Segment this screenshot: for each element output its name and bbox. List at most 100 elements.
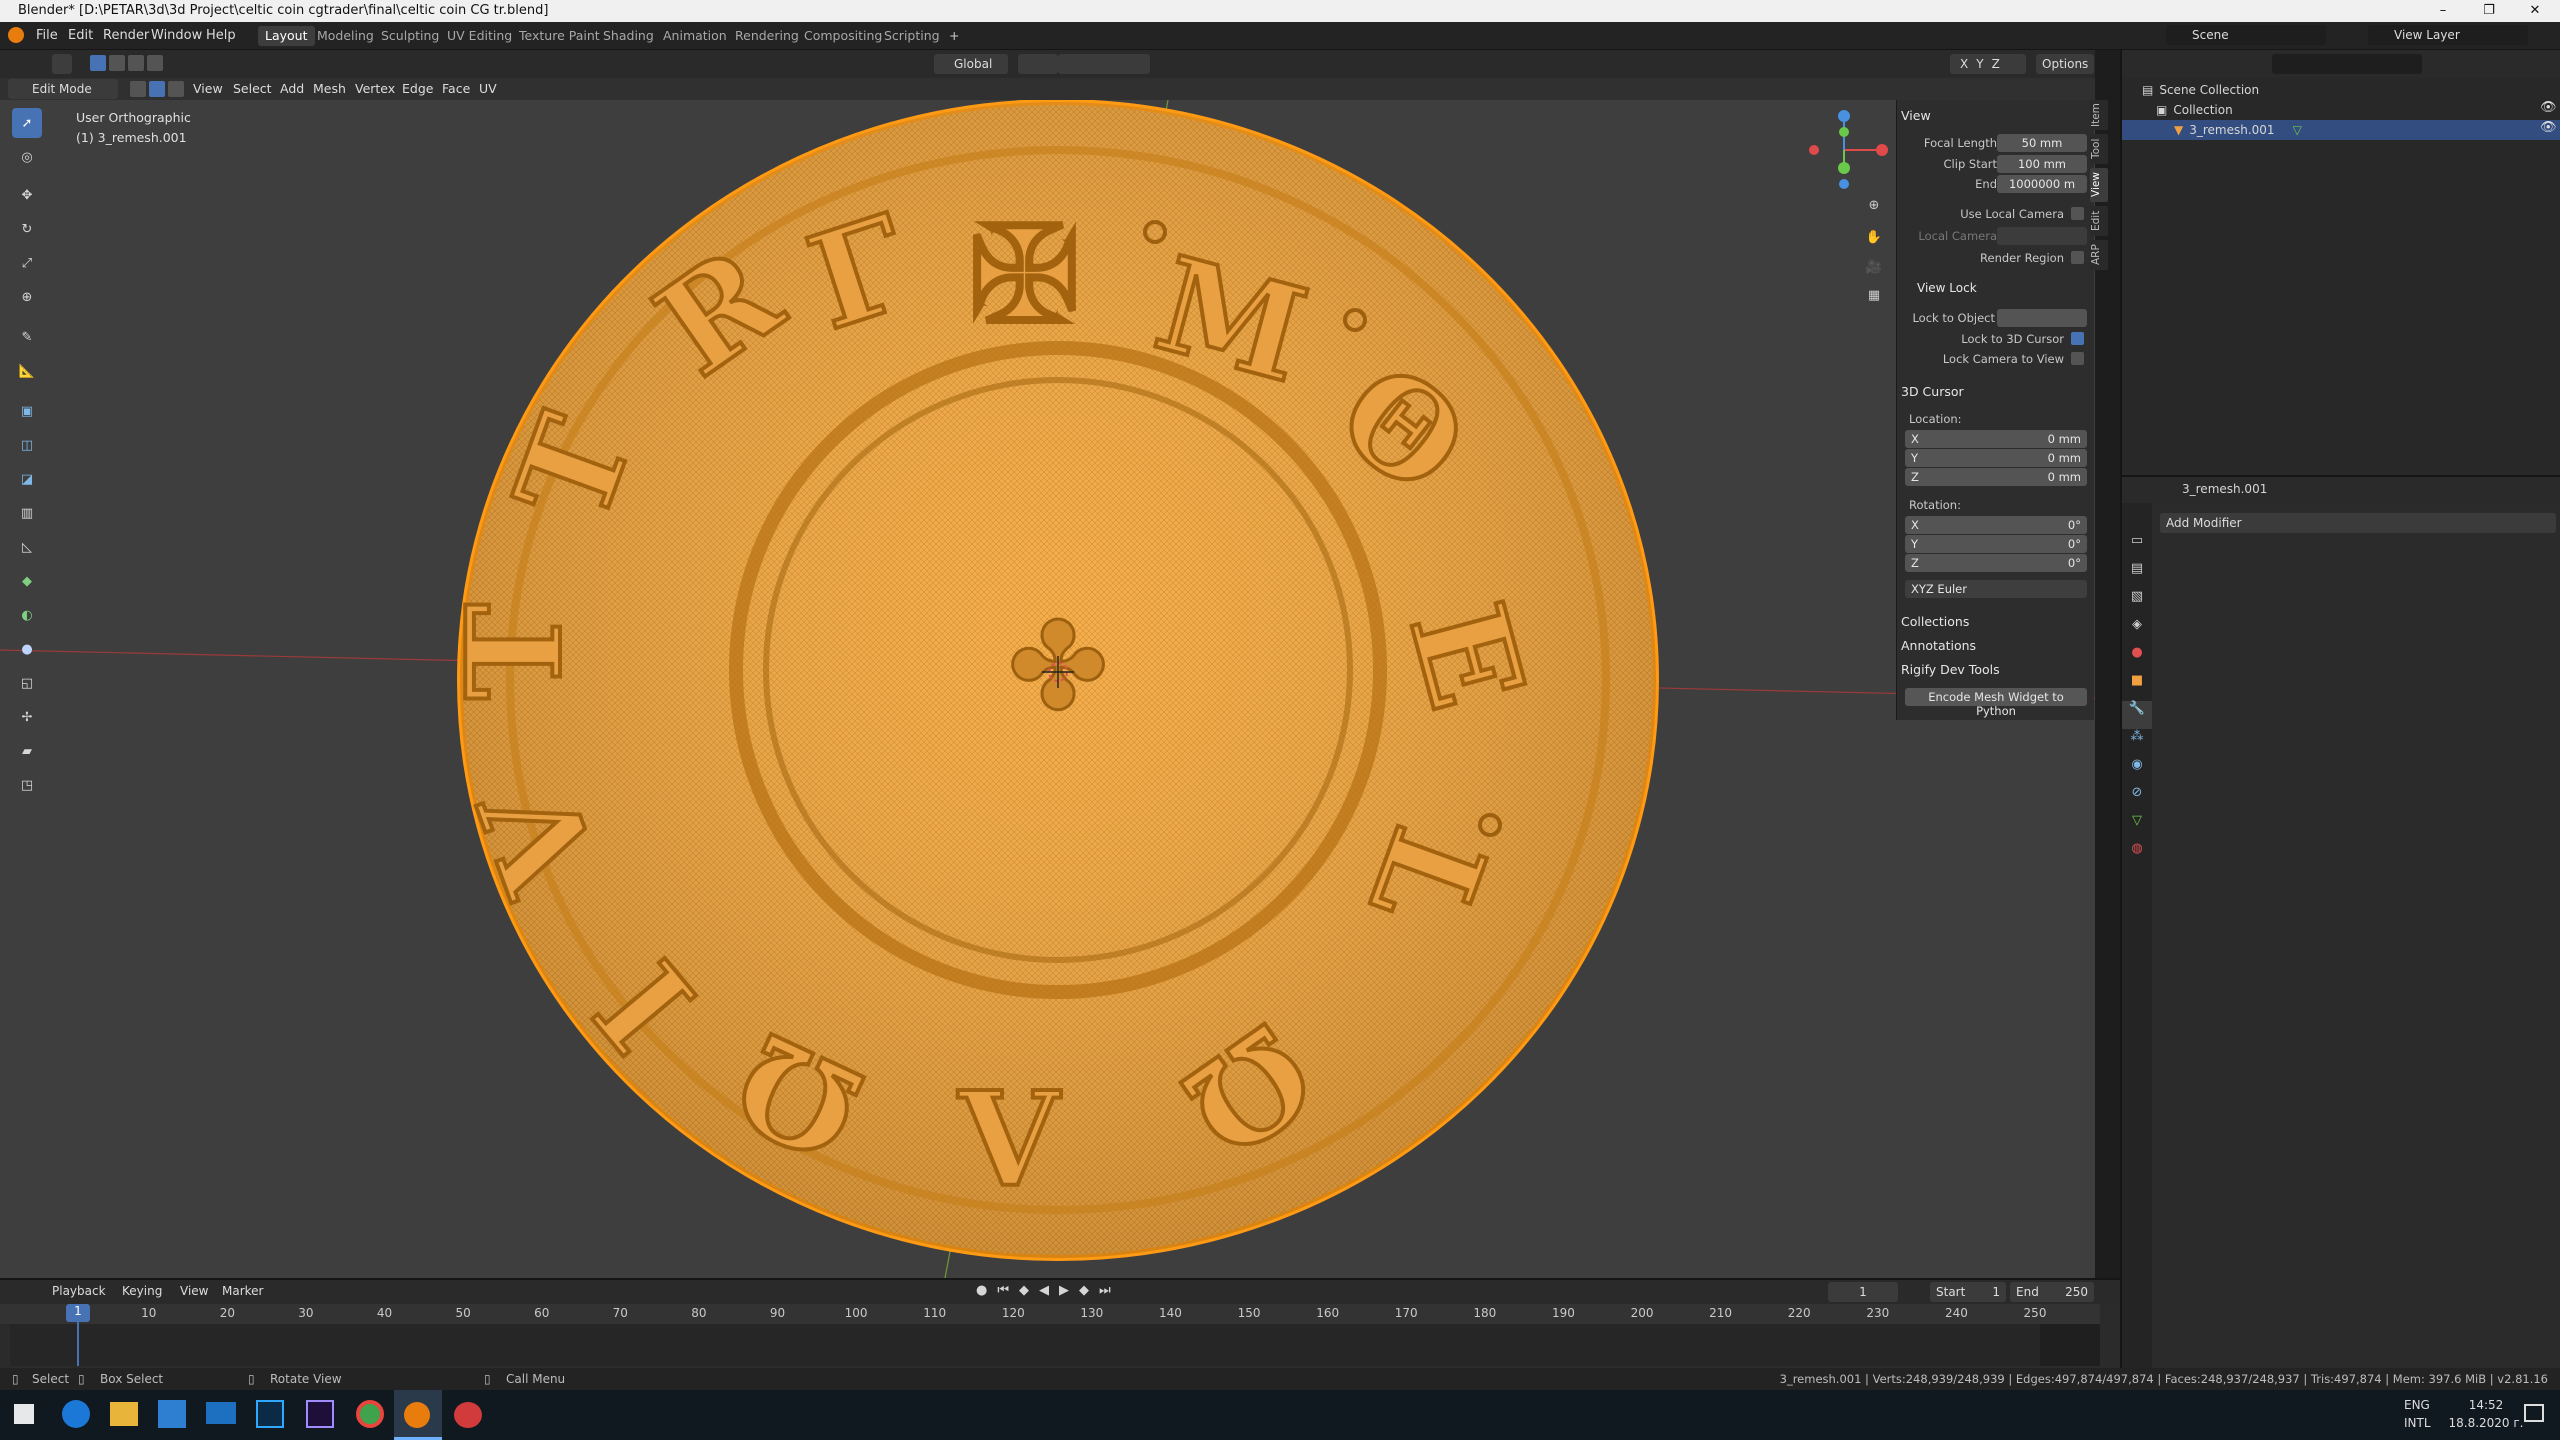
- tool-props-icon[interactable]: [2122, 503, 2152, 533]
- move-tool-icon[interactable]: ✥: [12, 180, 42, 210]
- collection-visibility-eye-icon[interactable]: 👁: [2540, 100, 2557, 115]
- viewport-menu-view[interactable]: View: [193, 81, 223, 96]
- scale-tool-icon[interactable]: ⤢: [12, 248, 42, 278]
- clock-date[interactable]: 18.8.2020 г.: [2436, 1416, 2536, 1430]
- menu-window[interactable]: Window: [151, 28, 202, 43]
- view-layer-selector[interactable]: View Layer: [2368, 25, 2528, 45]
- rotate-tool-icon[interactable]: ↻: [12, 214, 42, 244]
- shrink-fatten-tool-icon[interactable]: ✢: [12, 702, 42, 732]
- poly-build-tool-icon[interactable]: ◆: [12, 566, 42, 596]
- frame-ruler[interactable]: 10 20 30 40 50 60 70 80 90 100 110 120 130 140 150 160 1…: [0, 1304, 2100, 1324]
- tab-modeling[interactable]: Modeling: [310, 26, 381, 46]
- viewport-menu-add[interactable]: Add: [280, 81, 304, 96]
- outliner-row-object[interactable]: ▼ 3_remesh.001 ▽: [2122, 120, 2560, 140]
- timeline-menu-view[interactable]: View: [180, 1284, 208, 1298]
- measure-tool-icon[interactable]: 📐: [12, 356, 42, 386]
- maximize-button[interactable]: ❐: [2466, 0, 2512, 22]
- world-props-icon[interactable]: ●: [2122, 645, 2152, 673]
- constraint-props-icon[interactable]: ⊘: [2122, 785, 2152, 813]
- scene-selector[interactable]: Scene: [2166, 25, 2326, 45]
- photoshop-icon[interactable]: [256, 1400, 284, 1428]
- shear-tool-icon[interactable]: ▰: [12, 736, 42, 766]
- mode-extend-icon[interactable]: [109, 55, 125, 71]
- timeline-menu-playback[interactable]: Playback: [52, 1284, 106, 1298]
- annotate-tool-icon[interactable]: ✎: [12, 322, 42, 352]
- physics-props-icon[interactable]: ◉: [2122, 757, 2152, 785]
- viewport-menu-uv[interactable]: UV: [479, 81, 497, 96]
- smooth-tool-icon[interactable]: ●: [12, 634, 42, 664]
- panel-view-header[interactable]: View: [1901, 108, 1931, 123]
- cursor-tool-icon[interactable]: ◎: [12, 142, 42, 172]
- menu-file[interactable]: File: [36, 28, 58, 43]
- menu-edit[interactable]: Edit: [68, 28, 93, 43]
- data-props-icon[interactable]: ▽: [2122, 813, 2152, 841]
- collections-panel-header[interactable]: Collections: [1901, 614, 1969, 629]
- jump-end-icon[interactable]: ⏭: [1099, 1283, 1111, 1298]
- face-select-icon[interactable]: [168, 81, 184, 97]
- mirror-xyz-toggle[interactable]: XYZ: [1950, 54, 2026, 74]
- viewport-menu-vertex[interactable]: Vertex: [355, 81, 395, 96]
- vertex-select-icon[interactable]: [130, 81, 146, 97]
- viewport-menu-face[interactable]: Face: [442, 81, 470, 96]
- tab-rendering[interactable]: Rendering: [728, 26, 806, 46]
- encode-mesh-widget-button[interactable]: Encode Mesh Widget to Python: [1905, 688, 2087, 718]
- loop-cut-tool-icon[interactable]: ▥: [12, 498, 42, 528]
- play-reverse-icon[interactable]: ◀: [1039, 1283, 1049, 1298]
- lock-to-object-field[interactable]: [1997, 309, 2087, 327]
- view-lock-header[interactable]: View Lock: [1917, 281, 1977, 295]
- cursor-rot-x-field[interactable]: X 0°: [1905, 516, 2087, 534]
- interaction-mode-dropdown[interactable]: Edit Mode: [8, 79, 118, 99]
- navigation-gizmo[interactable]: [1800, 106, 1890, 196]
- object-visibility-eye-icon[interactable]: 👁: [2540, 120, 2557, 135]
- mirror-y[interactable]: Y: [1976, 57, 1983, 71]
- chrome-icon[interactable]: [356, 1400, 384, 1428]
- tab-arp[interactable]: ARP: [2090, 240, 2108, 270]
- tab-texture-paint[interactable]: Texture Paint: [512, 26, 607, 46]
- extrude-tool-icon[interactable]: ▣: [12, 396, 42, 426]
- viewport-menu-mesh[interactable]: Mesh: [313, 81, 346, 96]
- rip-region-tool-icon[interactable]: ◳: [12, 770, 42, 800]
- output-props-icon[interactable]: ▤: [2122, 561, 2152, 589]
- bevel-tool-icon[interactable]: ◪: [12, 464, 42, 494]
- tab-layout[interactable]: Layout: [258, 26, 315, 46]
- options-dropdown[interactable]: Options: [2036, 54, 2094, 74]
- spin-tool-icon[interactable]: ◐: [12, 600, 42, 630]
- cursor-rot-y-field[interactable]: Y 0°: [1905, 535, 2087, 553]
- start-frame-field[interactable]: Start 1: [1930, 1282, 2006, 1302]
- edge-slide-tool-icon[interactable]: ◱: [12, 668, 42, 698]
- lock-camera-checkbox[interactable]: [2071, 352, 2084, 365]
- playhead-frame[interactable]: 1: [66, 1304, 90, 1322]
- tab-edit[interactable]: Edit: [2090, 206, 2108, 236]
- coin-mesh[interactable]: ✤ R Γ ✠ M Θ E L Ω Ʌ Ω I V T T: [436, 100, 1659, 1261]
- menu-help[interactable]: Help: [206, 28, 236, 43]
- notifications-icon[interactable]: [2524, 1404, 2544, 1422]
- blender-taskbar-button[interactable]: [394, 1390, 442, 1440]
- tab-view[interactable]: View: [2090, 168, 2108, 202]
- view-layer-props-icon[interactable]: ▧: [2122, 589, 2152, 617]
- mail-icon[interactable]: [206, 1402, 236, 1424]
- minimize-button[interactable]: –: [2420, 0, 2466, 22]
- snap-dropdown[interactable]: [1058, 54, 1114, 74]
- timeline-menu-keying[interactable]: Keying: [122, 1284, 162, 1298]
- rotation-mode-dropdown[interactable]: XYZ Euler: [1905, 580, 2087, 598]
- cursor-rot-z-field[interactable]: Z 0°: [1905, 554, 2087, 572]
- use-local-camera-checkbox[interactable]: [2071, 207, 2084, 220]
- tab-tool[interactable]: Tool: [2090, 134, 2108, 164]
- menu-render[interactable]: Render: [103, 28, 149, 43]
- play-icon[interactable]: ▶: [1059, 1283, 1069, 1298]
- scene-props-icon[interactable]: ◈: [2122, 617, 2152, 645]
- viewport-menu-select[interactable]: Select: [233, 81, 272, 96]
- camera-view-icon[interactable]: 🎥: [1862, 260, 1886, 284]
- tab-animation[interactable]: Animation: [656, 26, 734, 46]
- 3d-viewport[interactable]: ✤ R Γ ✠ M Θ E L Ω Ʌ Ω I V T T User Ortho…: [0, 100, 2095, 1278]
- mesh-data-icon[interactable]: ▽: [2293, 123, 2302, 137]
- annotations-panel-header[interactable]: Annotations: [1901, 638, 1976, 653]
- local-camera-field[interactable]: [1997, 227, 2087, 245]
- mode-new-icon[interactable]: [90, 55, 106, 71]
- pivot-point-dropdown[interactable]: [1018, 54, 1058, 74]
- focal-length-field[interactable]: 50 mm: [1997, 134, 2087, 152]
- add-workspace-button[interactable]: +: [942, 26, 966, 46]
- close-window-button[interactable]: ✕: [2512, 0, 2558, 22]
- mirror-z[interactable]: Z: [1992, 57, 2000, 71]
- windows-start-icon[interactable]: [14, 1404, 34, 1424]
